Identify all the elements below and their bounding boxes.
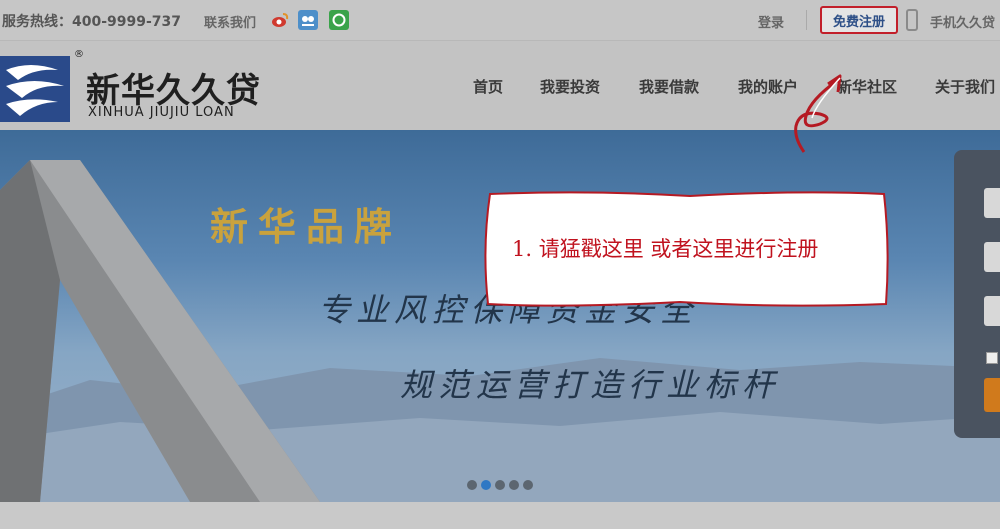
registered-mark: ® — [74, 49, 84, 60]
carousel-dot[interactable] — [495, 480, 505, 490]
divider — [806, 10, 807, 30]
annotation-text: 1. 请猛戳这里 或者这里进行注册 — [512, 237, 819, 261]
nav-about-us[interactable]: 关于我们 — [935, 76, 995, 97]
top-utility-bar: 服务热线：400-9999-737 联系我们 登录 免费注册 手机久久贷 — [0, 0, 1000, 41]
brand-name-en: XINHUA JIUJIU LOAN — [88, 105, 235, 120]
weibo-icon[interactable] — [270, 10, 290, 30]
login-link[interactable]: 登录 — [758, 12, 784, 31]
remember-me-checkbox[interactable] — [986, 352, 998, 364]
quick-login-panel — [954, 150, 1000, 438]
carousel-dot-active[interactable] — [481, 480, 491, 490]
annotation-arrow-icon — [794, 74, 842, 153]
carousel-indicators — [467, 480, 533, 490]
nav-home[interactable]: 首页 — [473, 76, 503, 97]
brand-logo-icon[interactable] — [0, 56, 70, 122]
hero-banner[interactable]: 新华品牌 专业风控保障资金安全 规范运营打造行业标杆 — [0, 130, 1000, 502]
banner-slogan-line3: 规范运营打造行业标杆 — [400, 366, 781, 404]
page-bottom-strip — [0, 502, 1000, 529]
carousel-dot[interactable] — [523, 480, 533, 490]
mobile-phone-icon — [906, 9, 918, 31]
password-field[interactable] — [984, 242, 1000, 272]
service-hotline: 服务热线：400-9999-737 — [2, 14, 182, 30]
contact-us-label: 联系我们 — [204, 16, 257, 31]
nav-borrow[interactable]: 我要借款 — [639, 76, 699, 97]
panel-login-button[interactable] — [984, 378, 1000, 412]
mobile-app-link[interactable]: 手机久久贷 — [930, 12, 995, 31]
banner-brand-slogan: 新华品牌 — [210, 204, 403, 249]
wechat-icon[interactable] — [329, 10, 349, 30]
tencent-weibo-icon[interactable] — [298, 10, 318, 30]
carousel-dot[interactable] — [509, 480, 519, 490]
captcha-field[interactable] — [984, 296, 1000, 326]
username-field[interactable] — [984, 188, 1000, 218]
nav-invest[interactable]: 我要投资 — [540, 76, 600, 97]
carousel-dot[interactable] — [467, 480, 477, 490]
register-button[interactable]: 免费注册 — [820, 6, 898, 34]
